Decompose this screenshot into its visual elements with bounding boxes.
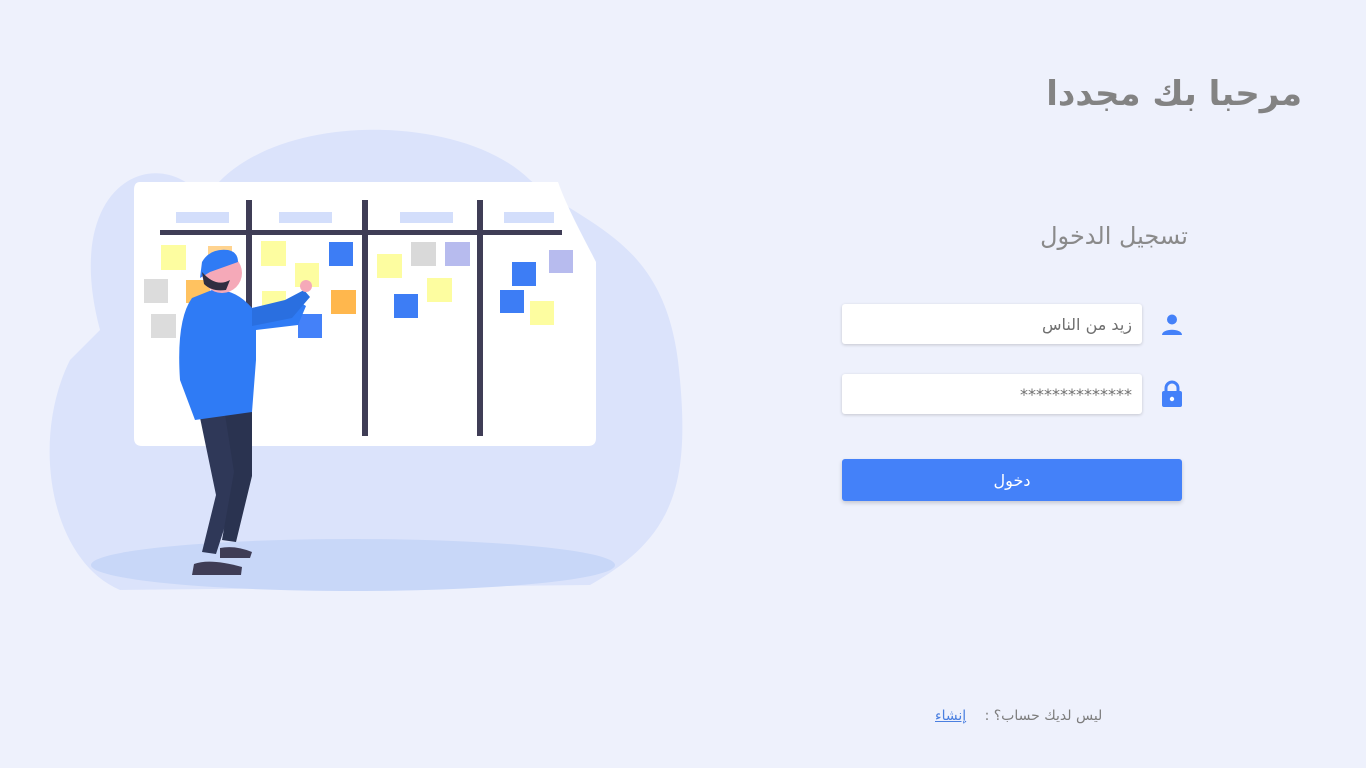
password-field[interactable] (842, 374, 1142, 414)
user-icon (1160, 310, 1184, 338)
kanban-board-illustration (49, 129, 683, 591)
signup-prompt: ليس لديك حساب؟ : (984, 708, 1103, 724)
signup-link[interactable]: إنشاء (935, 708, 966, 724)
login-heading: تسجيل الدخول (1040, 222, 1188, 250)
lock-icon (1160, 380, 1184, 408)
welcome-title: مرحبا بك مجددا (1046, 74, 1302, 114)
username-input[interactable] (842, 304, 1142, 344)
username-field[interactable] (842, 304, 1142, 344)
login-button[interactable]: دخول (842, 459, 1182, 501)
password-input[interactable] (842, 374, 1142, 414)
signup-row: ليس لديك حساب؟ : إنشاء (935, 708, 1102, 724)
login-page: مرحبا بك مجددا تسجيل الدخول زيد من الناس… (0, 0, 1366, 768)
